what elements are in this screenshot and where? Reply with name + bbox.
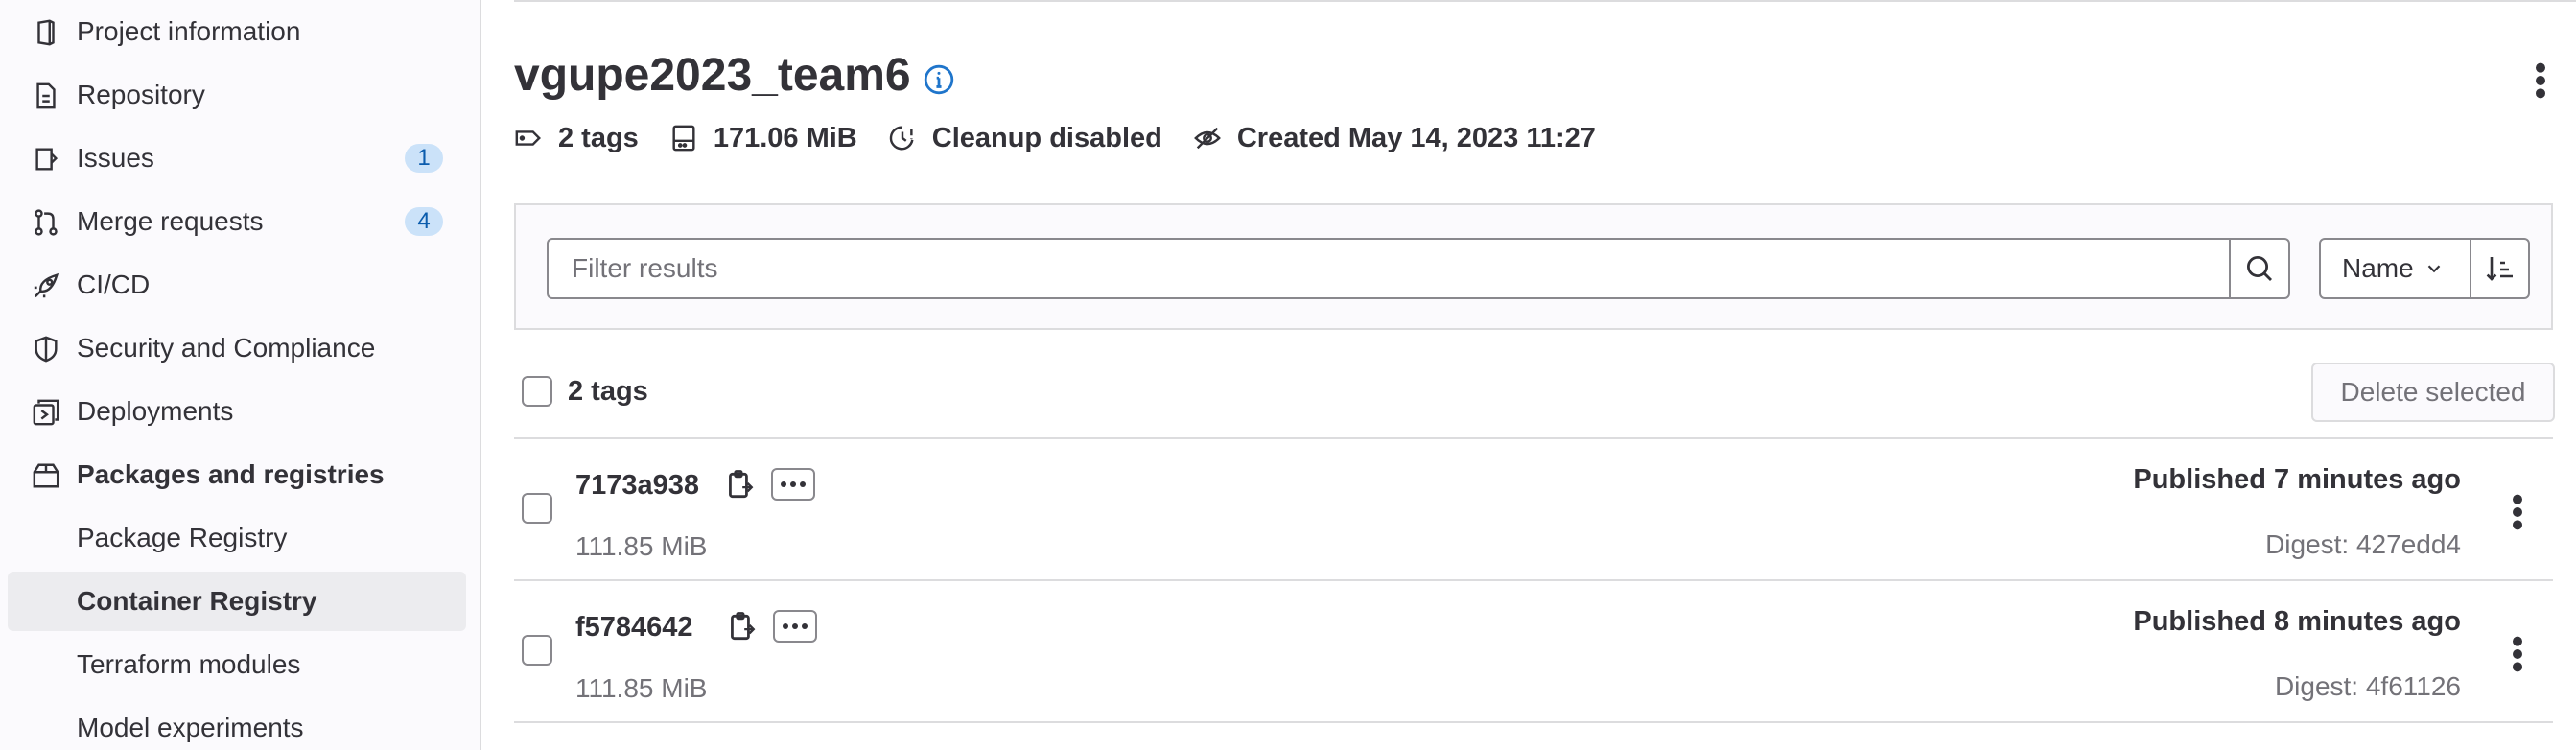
sidebar-item-label: Repository — [77, 80, 205, 109]
select-all-checkbox[interactable] — [522, 376, 552, 407]
ellipsis-icon — [781, 481, 806, 487]
tags-count: 2 tags — [568, 376, 648, 407]
tag-size: 111.85 MiB — [575, 673, 708, 703]
sort-lowest-icon — [2486, 257, 2514, 281]
sidebar-item-label: Deployments — [77, 396, 234, 426]
sidebar-item-ci-cd[interactable]: CI/CD — [8, 255, 466, 315]
meta-cleanup-text: Cleanup disabled — [931, 122, 1162, 153]
sidebar-subitem-label: Package Registry — [77, 523, 288, 552]
published-time: Published 8 minutes ago — [2133, 606, 2461, 637]
sidebar-item-issues[interactable]: Issues 1 — [8, 129, 466, 188]
sidebar-item-project-information[interactable]: Project information — [8, 2, 466, 61]
table-row: f5784642 111.85 MiB Published 8 minutes … — [514, 581, 2553, 723]
meta-tags: 2 tags — [514, 123, 639, 154]
sidebar-subitem-model-experiments[interactable]: Model experiments — [8, 698, 466, 750]
tag-name: 7173a938 — [575, 470, 700, 501]
sidebar-item-repository[interactable]: Repository — [8, 65, 466, 125]
package-icon — [31, 460, 61, 491]
project-icon — [31, 17, 61, 48]
sidebar-item-security[interactable]: Security and Compliance — [8, 318, 466, 378]
row-actions-icon[interactable] — [2511, 493, 2524, 531]
meta-created: Created May 14, 2023 11:27 — [1193, 123, 1596, 154]
sidebar-subitem-package-registry[interactable]: Package Registry — [8, 508, 466, 568]
sidebar-item-label: Project information — [77, 16, 301, 46]
merge-request-icon — [31, 207, 61, 238]
ellipsis-icon — [783, 623, 808, 629]
divider — [514, 0, 2576, 2]
sort-direction-button[interactable] — [2469, 240, 2528, 297]
digest: Digest: 4f61126 — [2274, 671, 2461, 701]
row-checkbox[interactable] — [522, 493, 552, 524]
sidebar-subitem-label: Terraform modules — [77, 649, 301, 679]
sidebar-item-label: Issues — [77, 143, 154, 173]
sidebar-item-label: Packages and registries — [77, 459, 385, 489]
digest: Digest: 427edd4 — [2265, 529, 2461, 559]
issues-icon — [31, 144, 61, 175]
sidebar-item-packages-and-registries[interactable]: Packages and registries — [8, 445, 466, 504]
issues-count-badge: 1 — [405, 144, 443, 173]
merge-requests-count-badge: 4 — [405, 207, 443, 236]
sidebar-subitem-label: Model experiments — [77, 713, 304, 742]
sidebar-item-label: Security and Compliance — [77, 333, 376, 363]
copy-icon[interactable] — [725, 610, 758, 645]
search-icon — [2246, 255, 2272, 281]
meta-size-text: 171.06 MiB — [713, 122, 857, 153]
delete-selected-button[interactable]: Delete selected — [2311, 363, 2555, 422]
sidebar-subitem-label: Container Registry — [77, 586, 317, 616]
sidebar-item-label: CI/CD — [77, 270, 151, 299]
published-time: Published 7 minutes ago — [2133, 464, 2461, 495]
sort-label: Name — [2342, 253, 2414, 283]
meta-created-text: Created May 14, 2023 11:27 — [1236, 122, 1596, 153]
sidebar-item-merge-requests[interactable]: Merge requests 4 — [8, 192, 466, 251]
meta-tags-text: 2 tags — [558, 122, 639, 153]
rocket-icon — [31, 270, 61, 301]
search-box — [547, 238, 2290, 299]
row-checkbox[interactable] — [522, 635, 552, 666]
more-actions-icon[interactable] — [2534, 61, 2547, 100]
disk-icon — [672, 125, 695, 152]
meta-size: 171.06 MiB — [669, 123, 857, 154]
shield-icon — [31, 334, 61, 364]
document-icon — [31, 81, 61, 111]
page-header: vgupe2023_team6 — [514, 46, 955, 104]
table-row: 7173a938 111.85 MiB Published 7 minutes … — [514, 439, 2553, 581]
sidebar-subitem-container-registry[interactable]: Container Registry — [8, 572, 466, 631]
row-actions-icon[interactable] — [2511, 635, 2524, 673]
meta-cleanup: Cleanup disabled — [888, 123, 1162, 154]
main-content: vgupe2023_team6 2 tags 171.06 MiB Cleanu… — [483, 0, 2576, 750]
sidebar-item-label: Merge requests — [77, 206, 264, 236]
registry-meta: 2 tags 171.06 MiB Cleanup disabled Creat… — [514, 119, 1627, 157]
page-title: vgupe2023_team6 — [514, 49, 911, 101]
filter-bar: Name — [514, 203, 2553, 330]
clock-icon — [889, 126, 914, 151]
chevron-down-icon — [2427, 265, 2440, 273]
copy-icon[interactable] — [723, 468, 756, 503]
sort-control: Name — [2319, 238, 2530, 299]
more-details-button[interactable] — [771, 468, 815, 501]
search-button[interactable] — [2229, 240, 2288, 297]
sidebar-item-deployments[interactable]: Deployments — [8, 382, 466, 441]
tags-list-header: 2 tags Delete selected — [514, 363, 2555, 439]
sort-dropdown[interactable]: Name — [2321, 240, 2470, 297]
tag-size: 111.85 MiB — [575, 531, 708, 561]
eye-slash-icon — [1193, 127, 1221, 150]
sidebar-subitem-terraform-modules[interactable]: Terraform modules — [8, 635, 466, 694]
sidebar: Project information Repository Issues 1 … — [0, 0, 481, 750]
tag-icon — [515, 130, 541, 146]
deployments-icon — [31, 397, 61, 428]
info-icon[interactable] — [923, 63, 955, 96]
tag-name: f5784642 — [575, 612, 693, 643]
filter-input[interactable] — [549, 240, 2229, 297]
more-details-button[interactable] — [773, 610, 817, 643]
